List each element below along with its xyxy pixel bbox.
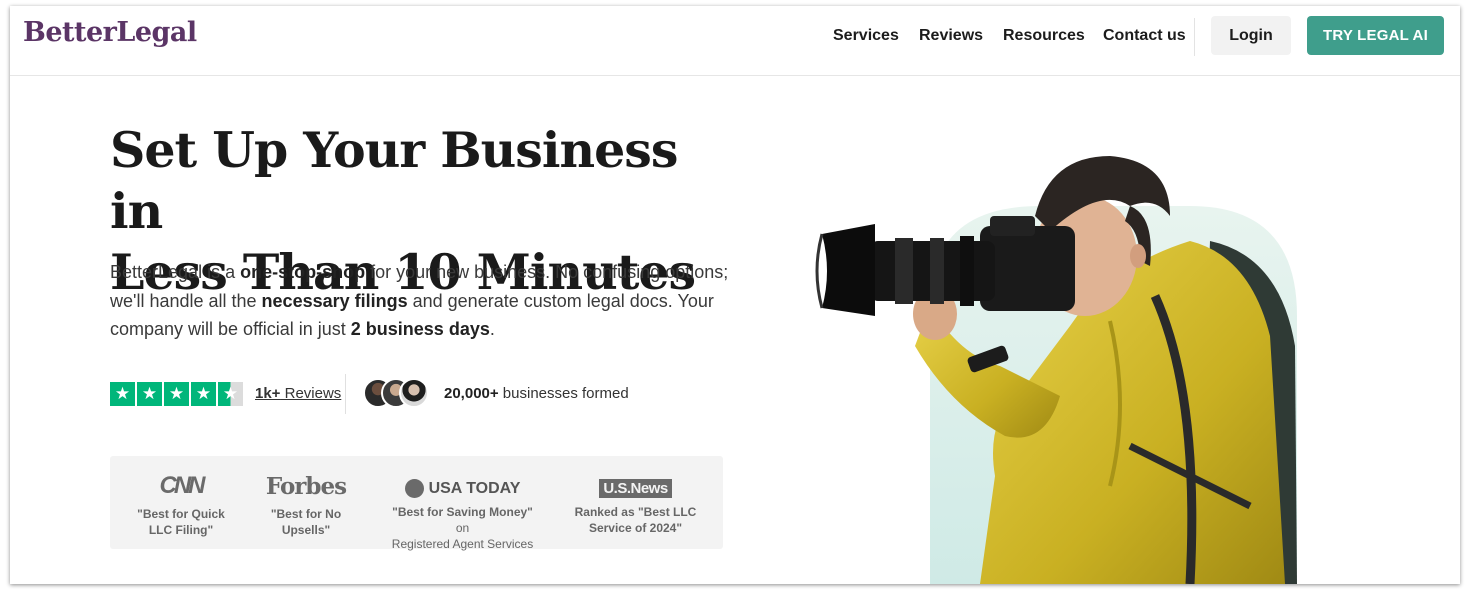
site-header: BetterLegal Services Reviews Resources C… [10, 6, 1460, 76]
quote-line: "Best for No [270, 507, 342, 521]
hero-photographer-image [815, 156, 1297, 584]
quote-line: on [455, 521, 470, 535]
press-mentions: CNN "Best for Quick LLC Filing" Forbes "B… [110, 456, 723, 552]
nav-divider [1194, 18, 1195, 56]
quote-line: Service of 2024" [588, 521, 683, 535]
hero-intro: BetterLegal is a one-stop-shop for your … [110, 258, 730, 344]
usa-today-logo-text: USA TODAY [428, 479, 521, 497]
forbes-logo-text: Forbes [265, 473, 347, 500]
nav-contact-us[interactable]: Contact us [1103, 27, 1186, 45]
press-quote: "Best for Quick LLC Filing" [130, 506, 232, 538]
press-item-forbes: Forbes "Best for No Upsells" [255, 468, 357, 538]
businesses-formed: 20,000+ businesses formed [444, 385, 629, 402]
quote-line: Upsells" [281, 523, 331, 537]
us-news-logo: U.S.News [573, 466, 698, 498]
quote-line: LLC Filing" [148, 523, 214, 537]
usa-today-logo-mark: USA TODAY [404, 479, 521, 498]
reviews-link[interactable]: 1k+ Reviews [255, 385, 341, 402]
star-icon: ★ [137, 382, 162, 406]
usa-today-dot-icon [404, 479, 424, 498]
nav-resources[interactable]: Resources [1003, 27, 1085, 45]
intro-emphasis: 2 business days [350, 319, 490, 339]
quote-line: Registered Agent Services [391, 537, 534, 551]
intro-text: BetterLegal is a [110, 262, 241, 282]
login-button[interactable]: Login [1211, 16, 1291, 55]
forbes-logo: Forbes [255, 468, 357, 500]
avatar [399, 378, 429, 408]
businesses-label: businesses formed [498, 385, 629, 402]
quote-line: "Best for Quick [137, 507, 225, 521]
browser-page: BetterLegal Services Reviews Resources C… [10, 6, 1460, 584]
brand-logo[interactable]: BetterLegal [23, 17, 197, 48]
cnn-logo: CNN [130, 468, 232, 500]
social-divider [345, 374, 346, 414]
star-icon: ★ [110, 382, 135, 406]
try-legal-ai-button[interactable]: TRY LEGAL AI [1307, 16, 1444, 55]
quote-emphasis: "Best for Saving Money" [392, 505, 533, 519]
headline-line-1: Set Up Your Business in [110, 121, 678, 240]
press-quote: "Best for Saving Money" on Registered Age… [385, 504, 540, 552]
reviews-count: 1k+ [255, 385, 281, 402]
cnn-logo-text: CNN [159, 472, 206, 499]
intro-emphasis: necessary filings [261, 290, 408, 311]
press-quote: "Best for No Upsells" [255, 506, 357, 538]
press-item-usa-today: USA TODAY "Best for Saving Money" on Regi… [385, 466, 540, 552]
us-news-logo-text: U.S.News [599, 479, 672, 498]
half-star-icon: ★ [218, 382, 243, 406]
social-proof: ★ ★ ★ ★ ★ 1k+ Reviews 20,000+ businesses… [110, 374, 650, 414]
star-icon: ★ [191, 382, 216, 406]
businesses-count: 20,000+ [444, 385, 499, 402]
star-icon: ★ [164, 382, 189, 406]
nav-services[interactable]: Services [833, 27, 899, 45]
intro-emphasis: one-stop-shop [240, 262, 366, 282]
nav-reviews[interactable]: Reviews [919, 27, 983, 45]
press-item-cnn: CNN "Best for Quick LLC Filing" [130, 468, 232, 538]
trustpilot-rating: ★ ★ ★ ★ ★ [110, 382, 243, 406]
customer-avatars [363, 378, 433, 410]
press-item-us-news: U.S.News Ranked as "Best LLC Service of 2… [573, 466, 698, 536]
usa-today-logo: USA TODAY [385, 466, 540, 498]
press-quote: Ranked as "Best LLC Service of 2024" [573, 504, 698, 536]
quote-line: Ranked as "Best LLC [574, 505, 697, 519]
intro-text: . [489, 319, 495, 339]
reviews-label: Reviews [280, 385, 342, 402]
